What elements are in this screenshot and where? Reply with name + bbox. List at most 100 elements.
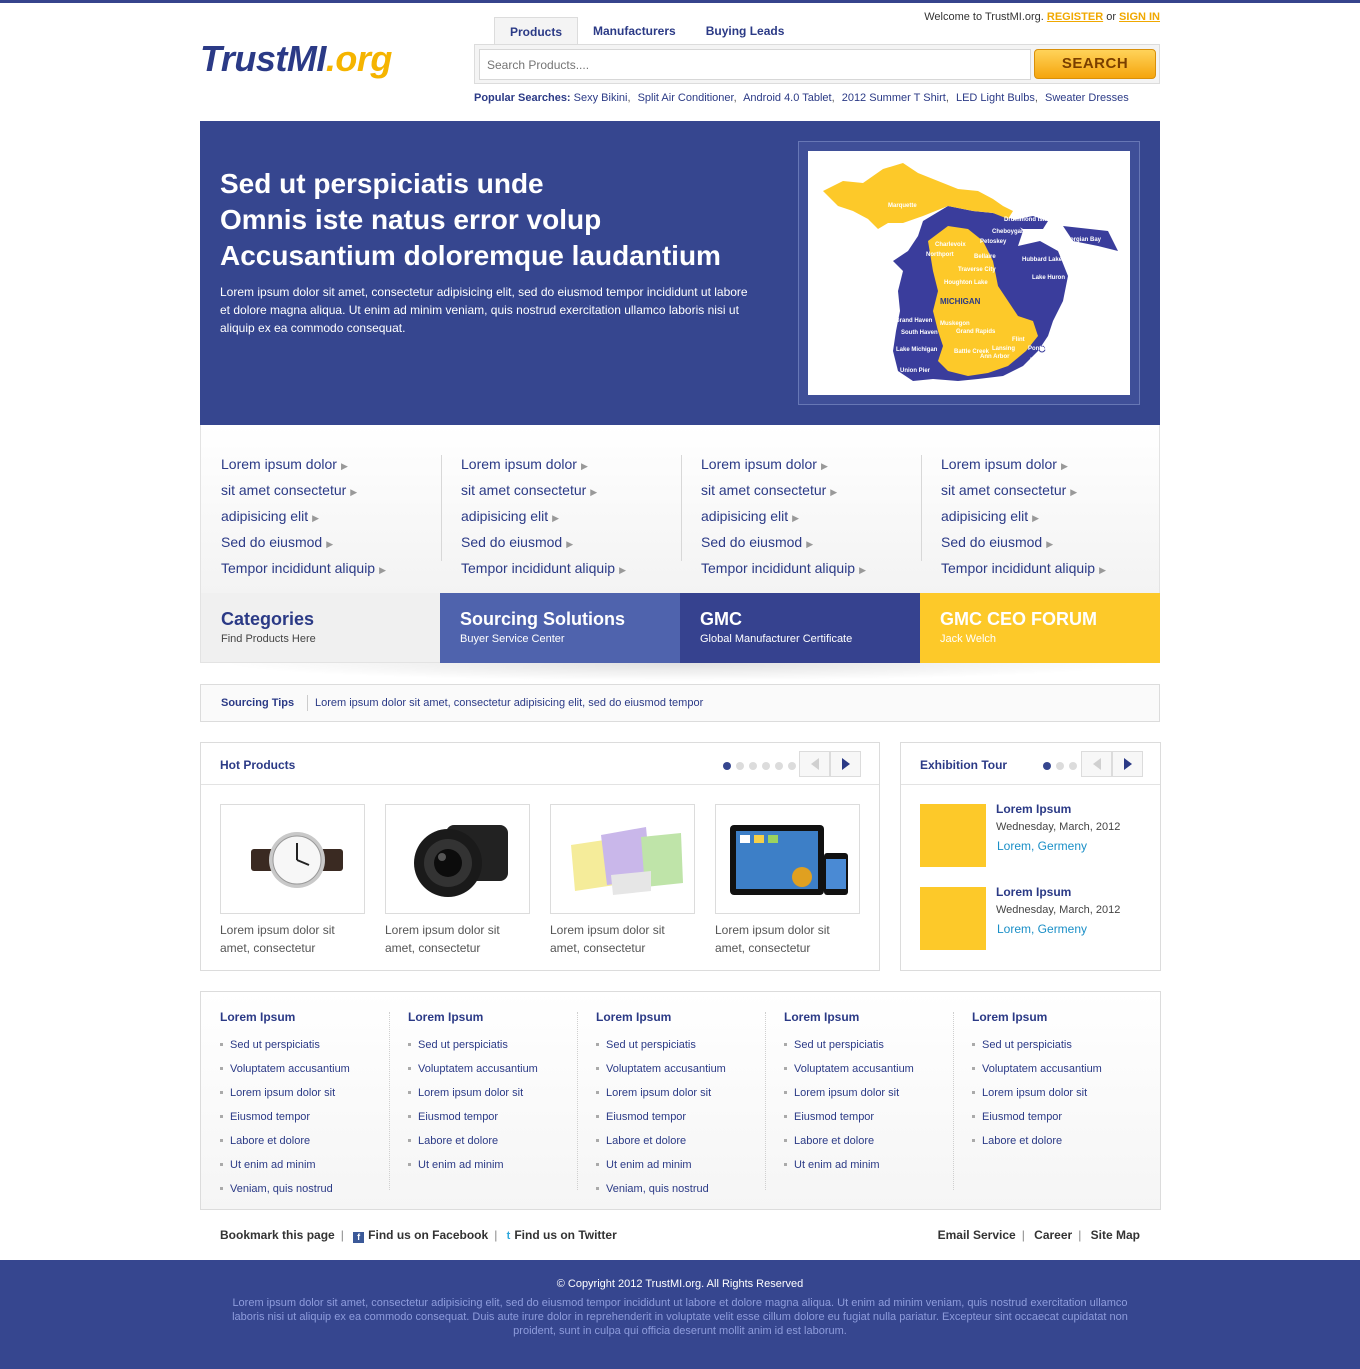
category-link[interactable]: Sed do eiusmod ▶	[941, 530, 1161, 556]
next-button[interactable]	[830, 751, 861, 777]
tips-text[interactable]: Lorem ipsum dolor sit amet, consectetur …	[315, 697, 703, 709]
list-item-link[interactable]: Ut enim ad minim	[596, 1153, 766, 1177]
event-location-link[interactable]: Lorem, Germeny	[997, 839, 1087, 853]
list-item-link[interactable]: Lorem ipsum dolor sit	[596, 1081, 766, 1105]
carousel-dot[interactable]	[788, 762, 796, 770]
product-caption[interactable]: Lorem ipsum dolor sit amet, consectetur	[385, 921, 530, 957]
product-card[interactable]: Lorem ipsum dolor sit amet, consectetur	[550, 804, 695, 957]
category-link[interactable]: Sed do eiusmod ▶	[701, 530, 921, 556]
tile-gmc-ceo-forum[interactable]: GMC CEO FORUM Jack Welch	[920, 593, 1160, 663]
list-item-link[interactable]: Lorem ipsum dolor sit	[220, 1081, 390, 1105]
list-item-link[interactable]: Eiusmod tempor	[220, 1105, 390, 1129]
carousel-dot[interactable]	[1043, 762, 1051, 770]
email-service-link[interactable]: Email Service	[938, 1228, 1016, 1242]
bookmark-link[interactable]: Bookmark this page	[220, 1228, 335, 1242]
event-thumbnail[interactable]	[920, 887, 986, 950]
list-item-link[interactable]: Labore et dolore	[408, 1129, 578, 1153]
list-item-link[interactable]: Veniam, quis nostrud	[220, 1177, 390, 1201]
list-item-link[interactable]: Labore et dolore	[972, 1129, 1142, 1153]
prev-button[interactable]	[799, 751, 830, 777]
category-link[interactable]: Lorem ipsum dolor ▶	[221, 452, 441, 478]
signin-link[interactable]: SIGN IN	[1119, 11, 1160, 23]
product-caption[interactable]: Lorem ipsum dolor sit amet, consectetur	[220, 921, 365, 957]
category-link[interactable]: sit amet consectetur ▶	[221, 478, 441, 504]
list-item-link[interactable]: Voluptatem accusantium	[596, 1057, 766, 1081]
category-link[interactable]: adipisicing elit ▶	[461, 504, 681, 530]
list-item-link[interactable]: Ut enim ad minim	[408, 1153, 578, 1177]
category-link[interactable]: Lorem ipsum dolor ▶	[701, 452, 921, 478]
search-input[interactable]	[479, 49, 1031, 80]
product-image[interactable]	[220, 804, 365, 914]
event-title[interactable]: Lorem Ipsum	[996, 885, 1071, 899]
list-item-link[interactable]: Veniam, quis nostrud	[596, 1177, 766, 1201]
list-item-link[interactable]: Sed ut perspiciatis	[972, 1033, 1142, 1057]
list-item-link[interactable]: Eiusmod tempor	[408, 1105, 578, 1129]
list-item-link[interactable]: Eiusmod tempor	[784, 1105, 954, 1129]
event-title[interactable]: Lorem Ipsum	[996, 802, 1071, 816]
carousel-dot[interactable]	[1069, 762, 1077, 770]
category-link[interactable]: Tempor incididunt aliquip ▶	[941, 556, 1161, 582]
product-caption[interactable]: Lorem ipsum dolor sit amet, consectetur	[715, 921, 860, 957]
career-link[interactable]: Career	[1034, 1228, 1072, 1242]
category-link[interactable]: Tempor incididunt aliquip ▶	[701, 556, 921, 582]
twitter-link[interactable]: Find us on Twitter	[514, 1228, 616, 1242]
list-item-link[interactable]: Voluptatem accusantium	[408, 1057, 578, 1081]
category-link[interactable]: sit amet consectetur ▶	[461, 478, 681, 504]
tab-buying-leads[interactable]: Buying Leads	[691, 17, 800, 45]
list-item-link[interactable]: Labore et dolore	[220, 1129, 390, 1153]
popular-search-link[interactable]: 2012 Summer T Shirt	[842, 92, 946, 104]
list-item-link[interactable]: Voluptatem accusantium	[784, 1057, 954, 1081]
list-item-link[interactable]: Lorem ipsum dolor sit	[408, 1081, 578, 1105]
popular-search-link[interactable]: Split Air Conditioner	[638, 92, 734, 104]
list-item-link[interactable]: Eiusmod tempor	[596, 1105, 766, 1129]
search-button[interactable]: SEARCH	[1034, 49, 1156, 79]
list-item-link[interactable]: Sed ut perspiciatis	[408, 1033, 578, 1057]
product-caption[interactable]: Lorem ipsum dolor sit amet, consectetur	[550, 921, 695, 957]
carousel-dot[interactable]	[749, 762, 757, 770]
product-card[interactable]: Lorem ipsum dolor sit amet, consectetur	[385, 804, 530, 957]
carousel-dot[interactable]	[762, 762, 770, 770]
list-item-link[interactable]: Ut enim ad minim	[220, 1153, 390, 1177]
list-item-link[interactable]: Ut enim ad minim	[784, 1153, 954, 1177]
carousel-dot[interactable]	[723, 762, 731, 770]
tab-manufacturers[interactable]: Manufacturers	[578, 17, 691, 45]
popular-search-link[interactable]: LED Light Bulbs	[956, 92, 1035, 104]
tile-categories[interactable]: Categories Find Products Here	[200, 593, 440, 663]
popular-search-link[interactable]: Android 4.0 Tablet	[743, 92, 831, 104]
carousel-dot[interactable]	[1056, 762, 1064, 770]
category-link[interactable]: sit amet consectetur ▶	[941, 478, 1161, 504]
category-link[interactable]: Lorem ipsum dolor ▶	[941, 452, 1161, 478]
category-link[interactable]: adipisicing elit ▶	[221, 504, 441, 530]
popular-search-link[interactable]: Sweater Dresses	[1045, 92, 1129, 104]
register-link[interactable]: REGISTER	[1047, 11, 1103, 23]
list-item-link[interactable]: Sed ut perspiciatis	[220, 1033, 390, 1057]
product-image[interactable]	[550, 804, 695, 914]
product-image[interactable]	[385, 804, 530, 914]
product-image[interactable]	[715, 804, 860, 914]
list-item-link[interactable]: Sed ut perspiciatis	[784, 1033, 954, 1057]
carousel-dot[interactable]	[736, 762, 744, 770]
site-logo[interactable]: TrustMI.org	[200, 38, 392, 80]
tile-sourcing-solutions[interactable]: Sourcing Solutions Buyer Service Center	[440, 593, 680, 663]
list-item-link[interactable]: Lorem ipsum dolor sit	[972, 1081, 1142, 1105]
site-map-link[interactable]: Site Map	[1091, 1228, 1140, 1242]
tab-products[interactable]: Products	[494, 17, 579, 46]
category-link[interactable]: adipisicing elit ▶	[701, 504, 921, 530]
carousel-dot[interactable]	[775, 762, 783, 770]
tile-gmc[interactable]: GMC Global Manufacturer Certificate	[680, 593, 920, 663]
list-item-link[interactable]: Labore et dolore	[596, 1129, 766, 1153]
category-link[interactable]: Tempor incididunt aliquip ▶	[461, 556, 681, 582]
facebook-link[interactable]: Find us on Facebook	[368, 1228, 488, 1242]
category-link[interactable]: Lorem ipsum dolor ▶	[461, 452, 681, 478]
category-link[interactable]: adipisicing elit ▶	[941, 504, 1161, 530]
list-item-link[interactable]: Voluptatem accusantium	[972, 1057, 1142, 1081]
list-item-link[interactable]: Sed ut perspiciatis	[596, 1033, 766, 1057]
event-thumbnail[interactable]	[920, 804, 986, 867]
next-button[interactable]	[1112, 751, 1143, 777]
product-card[interactable]: Lorem ipsum dolor sit amet, consectetur	[220, 804, 365, 957]
prev-button[interactable]	[1081, 751, 1112, 777]
list-item-link[interactable]: Voluptatem accusantium	[220, 1057, 390, 1081]
event-location-link[interactable]: Lorem, Germeny	[997, 922, 1087, 936]
category-link[interactable]: Sed do eiusmod ▶	[221, 530, 441, 556]
list-item-link[interactable]: Eiusmod tempor	[972, 1105, 1142, 1129]
